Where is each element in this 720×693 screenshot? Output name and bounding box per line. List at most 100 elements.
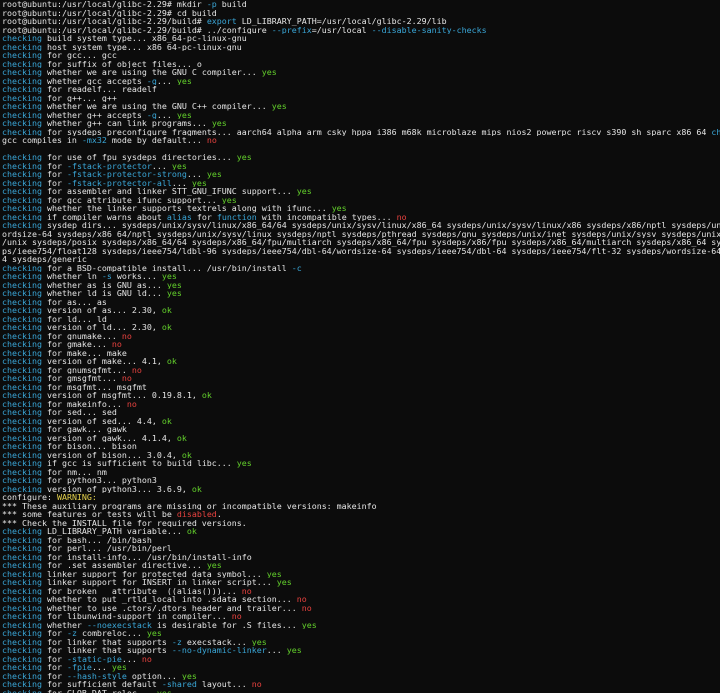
result-positive: yes [296, 187, 312, 196]
terminal-line: checking for assembler and linker STT_GN… [2, 187, 720, 196]
terminal-line: checking for -fpie... yes [2, 663, 720, 672]
line-text: configure: [2, 493, 57, 502]
line-text: mode by default... [106, 136, 207, 145]
terminal-line: *** some features or tests will be disab… [2, 510, 720, 519]
terminal-line: checking for gcc... gcc [2, 51, 720, 60]
checking-keyword: checking [2, 263, 42, 272]
terminal-line: checking for gcc attribute ifunc support… [2, 196, 720, 205]
checking-keyword: checking [2, 374, 42, 383]
checking-keyword: checking [2, 552, 42, 561]
checking-keyword: checking [2, 51, 42, 60]
checking-keyword: checking [2, 153, 42, 162]
line-text: with incompatible types... [256, 212, 397, 221]
line-text: for perl... /usr/bin/perl [41, 544, 172, 553]
checking-keyword: checking [2, 306, 42, 315]
option-flag: -g [146, 76, 157, 85]
line-text: version of python3... 3.6.9, [41, 484, 192, 493]
checking-keyword: checking [2, 476, 42, 485]
result-negative: no [231, 612, 242, 621]
checking-keyword: checking [2, 603, 42, 612]
line-text: for [191, 212, 217, 221]
result-negative: no [301, 603, 312, 612]
line-text: root@ubuntu:/usr/local/glibc-2.29# mkdir [2, 0, 207, 9]
result-positive: yes [161, 272, 177, 281]
checking-keyword: checking [2, 484, 42, 493]
checking-keyword: checking [2, 195, 42, 204]
checking-keyword: checking [2, 671, 42, 680]
line-text: for assembler and linker STT_GNU_IFUNC s… [41, 187, 297, 196]
line-text: for as... as [41, 297, 107, 306]
terminal-output[interactable]: root@ubuntu:/usr/local/glibc-2.29# mkdir… [0, 0, 720, 693]
result-positive: ok [201, 391, 212, 400]
result-negative: no [121, 374, 132, 383]
line-text: whether [41, 620, 87, 629]
line-text: root@ubuntu:/usr/local/glibc-2.29/build#… [2, 25, 272, 34]
terminal-line: checking for perl... /usr/bin/perl [2, 544, 720, 553]
result-positive: ok [161, 416, 172, 425]
line-text: for gawk... gawk [41, 425, 127, 434]
result-positive: yes [236, 459, 252, 468]
line-text: works... [111, 272, 162, 281]
terminal-line: checking LD_LIBRARY_PATH variable... ok [2, 527, 720, 536]
line-text: for [41, 654, 67, 663]
checking-keyword: checking [2, 459, 42, 468]
terminal-line: root@ubuntu:/usr/local/glibc-2.29# mkdir… [2, 0, 720, 9]
terminal-line: checking for --hash-style option... yes [2, 672, 720, 681]
result-positive: yes [251, 637, 267, 646]
checking-keyword: checking [2, 578, 42, 587]
checking-keyword: checking [2, 42, 42, 51]
option-flag: -static-pie [66, 654, 122, 663]
line-text: layout... [196, 680, 252, 689]
line-text: ordsize-64 sysdeps/x86_64/nptl sysdeps/u… [2, 229, 720, 238]
line-text: for gmsgfmt... [41, 374, 122, 383]
line-text: ... [186, 170, 207, 179]
result-positive: yes [276, 578, 292, 587]
line-text: ... [266, 646, 287, 655]
result-positive: yes [266, 569, 282, 578]
terminal-line: root@ubuntu:/usr/local/glibc-2.29/build#… [2, 17, 720, 26]
checking-keyword: checking [2, 34, 42, 43]
terminal-line: checking for bash... /bin/bash [2, 536, 720, 545]
result-positive: ok [161, 323, 172, 332]
result-positive: yes [301, 620, 317, 629]
line-text: whether ln [41, 272, 102, 281]
terminal-line: /unix sysdeps/posix sysdeps/x86_64/64 sy… [2, 238, 720, 247]
terminal-line: checking whether to use .ctors/.dtors he… [2, 604, 720, 613]
result-positive: yes [221, 195, 237, 204]
option-flag: -shared [161, 680, 197, 689]
terminal-line: checking linker support for protected da… [2, 570, 720, 579]
line-text: for bash... /bin/bash [41, 535, 152, 544]
option-flag: --prefix [271, 25, 312, 34]
line-text: option... [126, 671, 182, 680]
terminal-line: checking whether gcc accepts -g... yes [2, 77, 720, 86]
result-positive: yes [206, 170, 222, 179]
checking-keyword: checking [2, 680, 42, 689]
terminal-line: ordsize-64 sysdeps/x86_64/nptl sysdeps/u… [2, 230, 720, 239]
line-text: for [41, 629, 67, 638]
checking-keyword: checking [2, 586, 42, 595]
result-positive: yes [166, 289, 182, 298]
option-flag: --hash-style [66, 671, 127, 680]
result-positive: yes [271, 102, 287, 111]
line-text: for broken __attribute__((alias()))... [41, 586, 242, 595]
line-text: ... [121, 654, 142, 663]
checking-keyword: checking [2, 110, 42, 119]
terminal-line: checking for make... make [2, 349, 720, 358]
terminal-line: checking for sufficient default -shared … [2, 680, 720, 689]
result-negative: no [396, 212, 407, 221]
terminal-line: checking for nm... nm [2, 468, 720, 477]
checking-keyword: checking [2, 646, 42, 655]
checking-keyword: checking [2, 289, 42, 298]
line-text: linker support for INSERT in linker scri… [41, 578, 277, 587]
checking-keyword: checking [2, 323, 42, 332]
terminal-line: checking for broken __attribute__((alias… [2, 587, 720, 596]
line-text: whether to put _rtld_local into .sdata s… [41, 595, 297, 604]
line-text: LD_LIBRARY_PATH variable... [41, 527, 187, 536]
line-text: for makeinfo... [41, 399, 127, 408]
terminal-line: root@ubuntu:/usr/local/glibc-2.29/build#… [2, 26, 720, 35]
terminal-line: *** Check the INSTALL file for required … [2, 519, 720, 528]
checking-keyword: checking [2, 314, 42, 323]
option-flag: -s [101, 272, 112, 281]
checking-keyword: checking [2, 272, 42, 281]
